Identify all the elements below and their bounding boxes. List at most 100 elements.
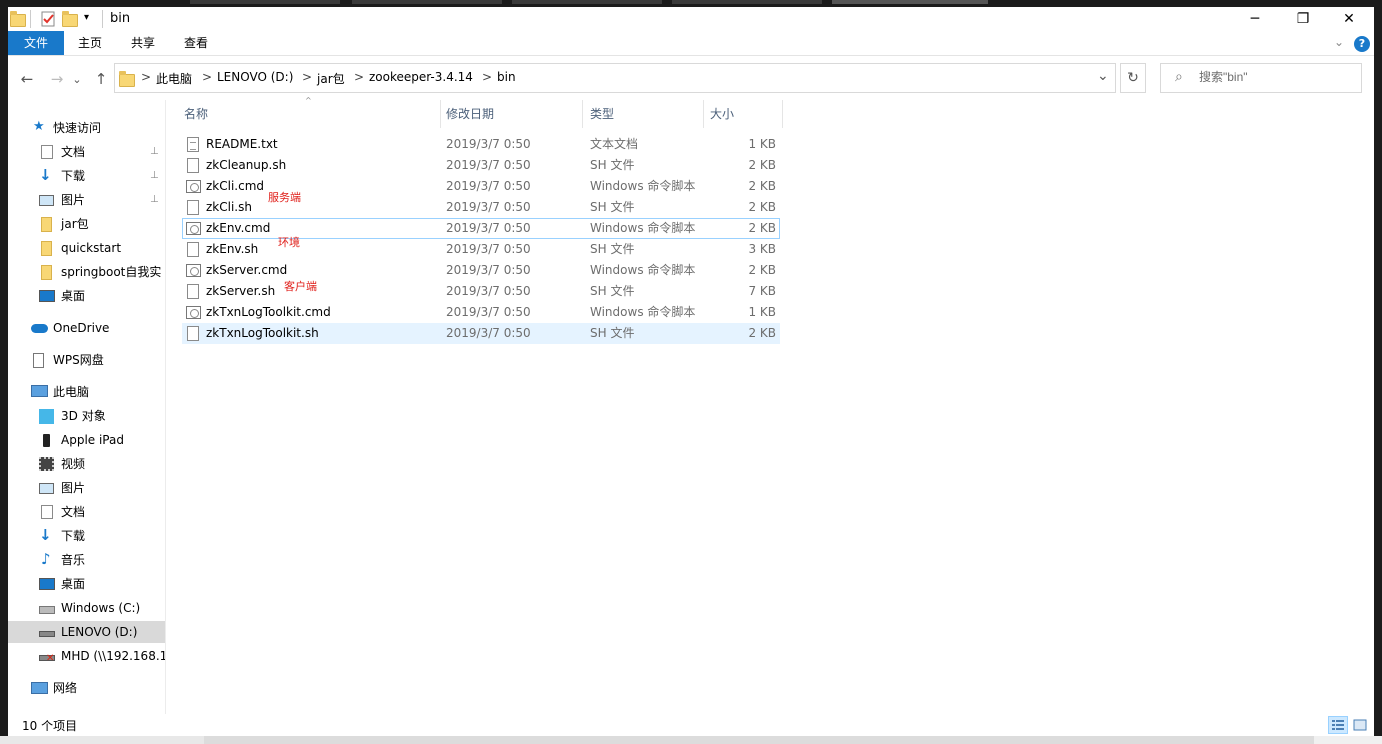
column-divider[interactable] <box>703 100 704 128</box>
file-type: SH 文件 <box>590 326 635 340</box>
breadcrumb-separator[interactable]: > <box>141 70 151 84</box>
column-divider[interactable] <box>440 100 441 128</box>
sidebar-item-pictures-pc[interactable]: 图片 <box>8 477 165 499</box>
chevron-down-icon[interactable]: ⌄ <box>1334 35 1344 49</box>
address-bar[interactable]: > 此电脑 > LENOVO (D:) > jar包 > zookeeper-3… <box>114 63 1116 93</box>
tab-view[interactable]: 查看 <box>176 31 216 55</box>
folder-icon <box>41 265 52 280</box>
sidebar-item-desktop-pc[interactable]: 桌面 <box>8 573 165 595</box>
breadcrumb-separator[interactable]: > <box>302 70 312 84</box>
large-icons-view-icon[interactable] <box>1350 716 1370 734</box>
close-button[interactable]: ✕ <box>1326 7 1372 31</box>
back-button[interactable]: ← <box>16 68 38 90</box>
breadcrumb-this-pc[interactable]: 此电脑 <box>156 70 192 87</box>
forward-button[interactable]: → <box>46 68 68 90</box>
sidebar-item-downloads-pc[interactable]: ↓ 下载 <box>8 525 165 547</box>
customize-quick-access-icon[interactable]: ▾ <box>84 12 100 28</box>
left-edge <box>0 0 8 744</box>
sidebar-item-label: 桌面 <box>61 289 86 303</box>
new-folder-icon[interactable] <box>62 11 78 27</box>
file-name: zkEnv.sh <box>206 242 259 256</box>
sidebar-item-this-pc[interactable]: 此电脑 <box>8 381 165 403</box>
help-icon[interactable]: ? <box>1354 36 1370 52</box>
file-size: 1 KB <box>748 305 776 319</box>
file-row[interactable]: zkServer.cmd 2019/3/7 0:50 Windows 命令脚本 … <box>182 260 780 281</box>
file-row[interactable]: zkEnv.cmd 2019/3/7 0:50 Windows 命令脚本 2 K… <box>182 218 780 239</box>
network-drive-disconnected-icon: ✕ <box>39 654 55 664</box>
tab-home[interactable]: 主页 <box>70 31 110 55</box>
breadcrumb-separator[interactable]: > <box>354 70 364 84</box>
sidebar-item-mhd[interactable]: ✕ MHD (\\192.168.1 <box>8 645 165 667</box>
file-row[interactable]: README.txt 2019/3/7 0:50 文本文档 1 KB <box>182 134 780 155</box>
search-box[interactable]: ⌕ <box>1160 63 1362 93</box>
sidebar-item-desktop[interactable]: 桌面 <box>8 285 165 307</box>
pin-icon[interactable]: ⊥ <box>150 165 159 187</box>
file-size: 2 KB <box>748 200 776 214</box>
sidebar-item-quick-access[interactable]: ★ 快速访问 <box>8 117 165 139</box>
sidebar-item-label: MHD (\\192.168.1 <box>61 649 165 663</box>
sidebar-item-videos[interactable]: 视频 <box>8 453 165 475</box>
file-icon <box>187 242 199 257</box>
computer-icon <box>31 385 48 397</box>
sidebar-item-label: 下载 <box>61 529 86 543</box>
maximize-button[interactable]: ❐ <box>1280 7 1326 31</box>
video-icon <box>39 457 54 471</box>
sidebar-item-3d-objects[interactable]: 3D 对象 <box>8 405 165 427</box>
column-header-date[interactable]: 修改日期 <box>446 100 578 128</box>
sidebar-item-jar[interactable]: jar包 <box>8 213 165 235</box>
sidebar-item-label: 文档 <box>61 505 86 519</box>
sidebar-item-quickstart[interactable]: quickstart <box>8 237 165 259</box>
column-header-type[interactable]: 类型 <box>590 100 700 128</box>
file-name: zkTxnLogToolkit.cmd <box>206 305 331 319</box>
sidebar-item-network[interactable]: 网络 <box>8 677 165 699</box>
breadcrumb-jar[interactable]: jar包 <box>317 70 345 87</box>
column-divider[interactable] <box>782 100 783 128</box>
minimize-button[interactable]: ─ <box>1232 7 1278 31</box>
sidebar-item-label: quickstart <box>61 241 122 255</box>
column-header-name[interactable]: 名称 <box>184 100 436 128</box>
file-row[interactable]: zkTxnLogToolkit.cmd 2019/3/7 0:50 Window… <box>182 302 780 323</box>
sidebar-item-apple-ipad[interactable]: Apple iPad <box>8 429 165 451</box>
up-button[interactable]: ↑ <box>90 68 112 90</box>
file-row[interactable]: zkServer.sh 2019/3/7 0:50 SH 文件 7 KB <box>182 281 780 302</box>
file-size: 3 KB <box>748 242 776 256</box>
file-row[interactable]: zkEnv.sh 2019/3/7 0:50 SH 文件 3 KB <box>182 239 780 260</box>
pin-icon[interactable]: ⊥ <box>150 141 159 163</box>
column-divider[interactable] <box>582 100 583 128</box>
address-dropdown-icon[interactable]: ⌄ <box>1097 68 1109 84</box>
refresh-button[interactable]: ↻ <box>1120 63 1146 93</box>
sidebar-item-music[interactable]: ♪ 音乐 <box>8 549 165 571</box>
tab-share[interactable]: 共享 <box>123 31 163 55</box>
sidebar-item-downloads[interactable]: ↓ 下载 ⊥ <box>8 165 165 187</box>
sidebar-item-documents[interactable]: 文档 ⊥ <box>8 141 165 163</box>
properties-icon[interactable] <box>40 11 56 27</box>
file-row[interactable]: zkCleanup.sh 2019/3/7 0:50 SH 文件 2 KB <box>182 155 780 176</box>
sidebar-item-documents-pc[interactable]: 文档 <box>8 501 165 523</box>
breadcrumb-bin[interactable]: bin <box>497 70 516 84</box>
recent-locations-button[interactable]: ⌄ <box>70 68 84 90</box>
sidebar-item-onedrive[interactable]: OneDrive <box>8 317 165 339</box>
column-header-size[interactable]: 大小 <box>710 100 780 128</box>
tab-file[interactable]: 文件 <box>8 31 64 55</box>
taskbar-segment <box>204 736 1314 744</box>
sidebar-item-lenovo-d[interactable]: LENOVO (D:) <box>8 621 165 643</box>
sidebar-item-springboot[interactable]: springboot自我实 <box>8 261 165 283</box>
file-row[interactable]: zkTxnLogToolkit.sh 2019/3/7 0:50 SH 文件 2… <box>182 323 780 344</box>
file-name: zkCli.sh <box>206 200 252 214</box>
breadcrumb-zookeeper[interactable]: zookeeper-3.4.14 <box>369 70 473 84</box>
file-date: 2019/3/7 0:50 <box>446 179 531 193</box>
search-input[interactable] <box>1199 70 1349 84</box>
star-icon: ★ <box>33 119 45 134</box>
sidebar-item-pictures[interactable]: 图片 ⊥ <box>8 189 165 211</box>
sidebar-item-wps[interactable]: WPS网盘 <box>8 349 165 371</box>
sidebar-item-windows-c[interactable]: Windows (C:) <box>8 597 165 619</box>
file-type: Windows 命令脚本 <box>590 179 696 193</box>
pin-icon[interactable]: ⊥ <box>150 189 159 211</box>
download-icon: ↓ <box>39 526 52 544</box>
breadcrumb-separator[interactable]: > <box>202 70 212 84</box>
breadcrumb-separator[interactable]: > <box>482 70 492 84</box>
details-view-icon[interactable] <box>1328 716 1348 734</box>
sidebar-item-label: LENOVO (D:) <box>61 625 138 639</box>
breadcrumb-lenovo-d[interactable]: LENOVO (D:) <box>217 70 293 84</box>
pane-divider[interactable] <box>165 100 166 714</box>
